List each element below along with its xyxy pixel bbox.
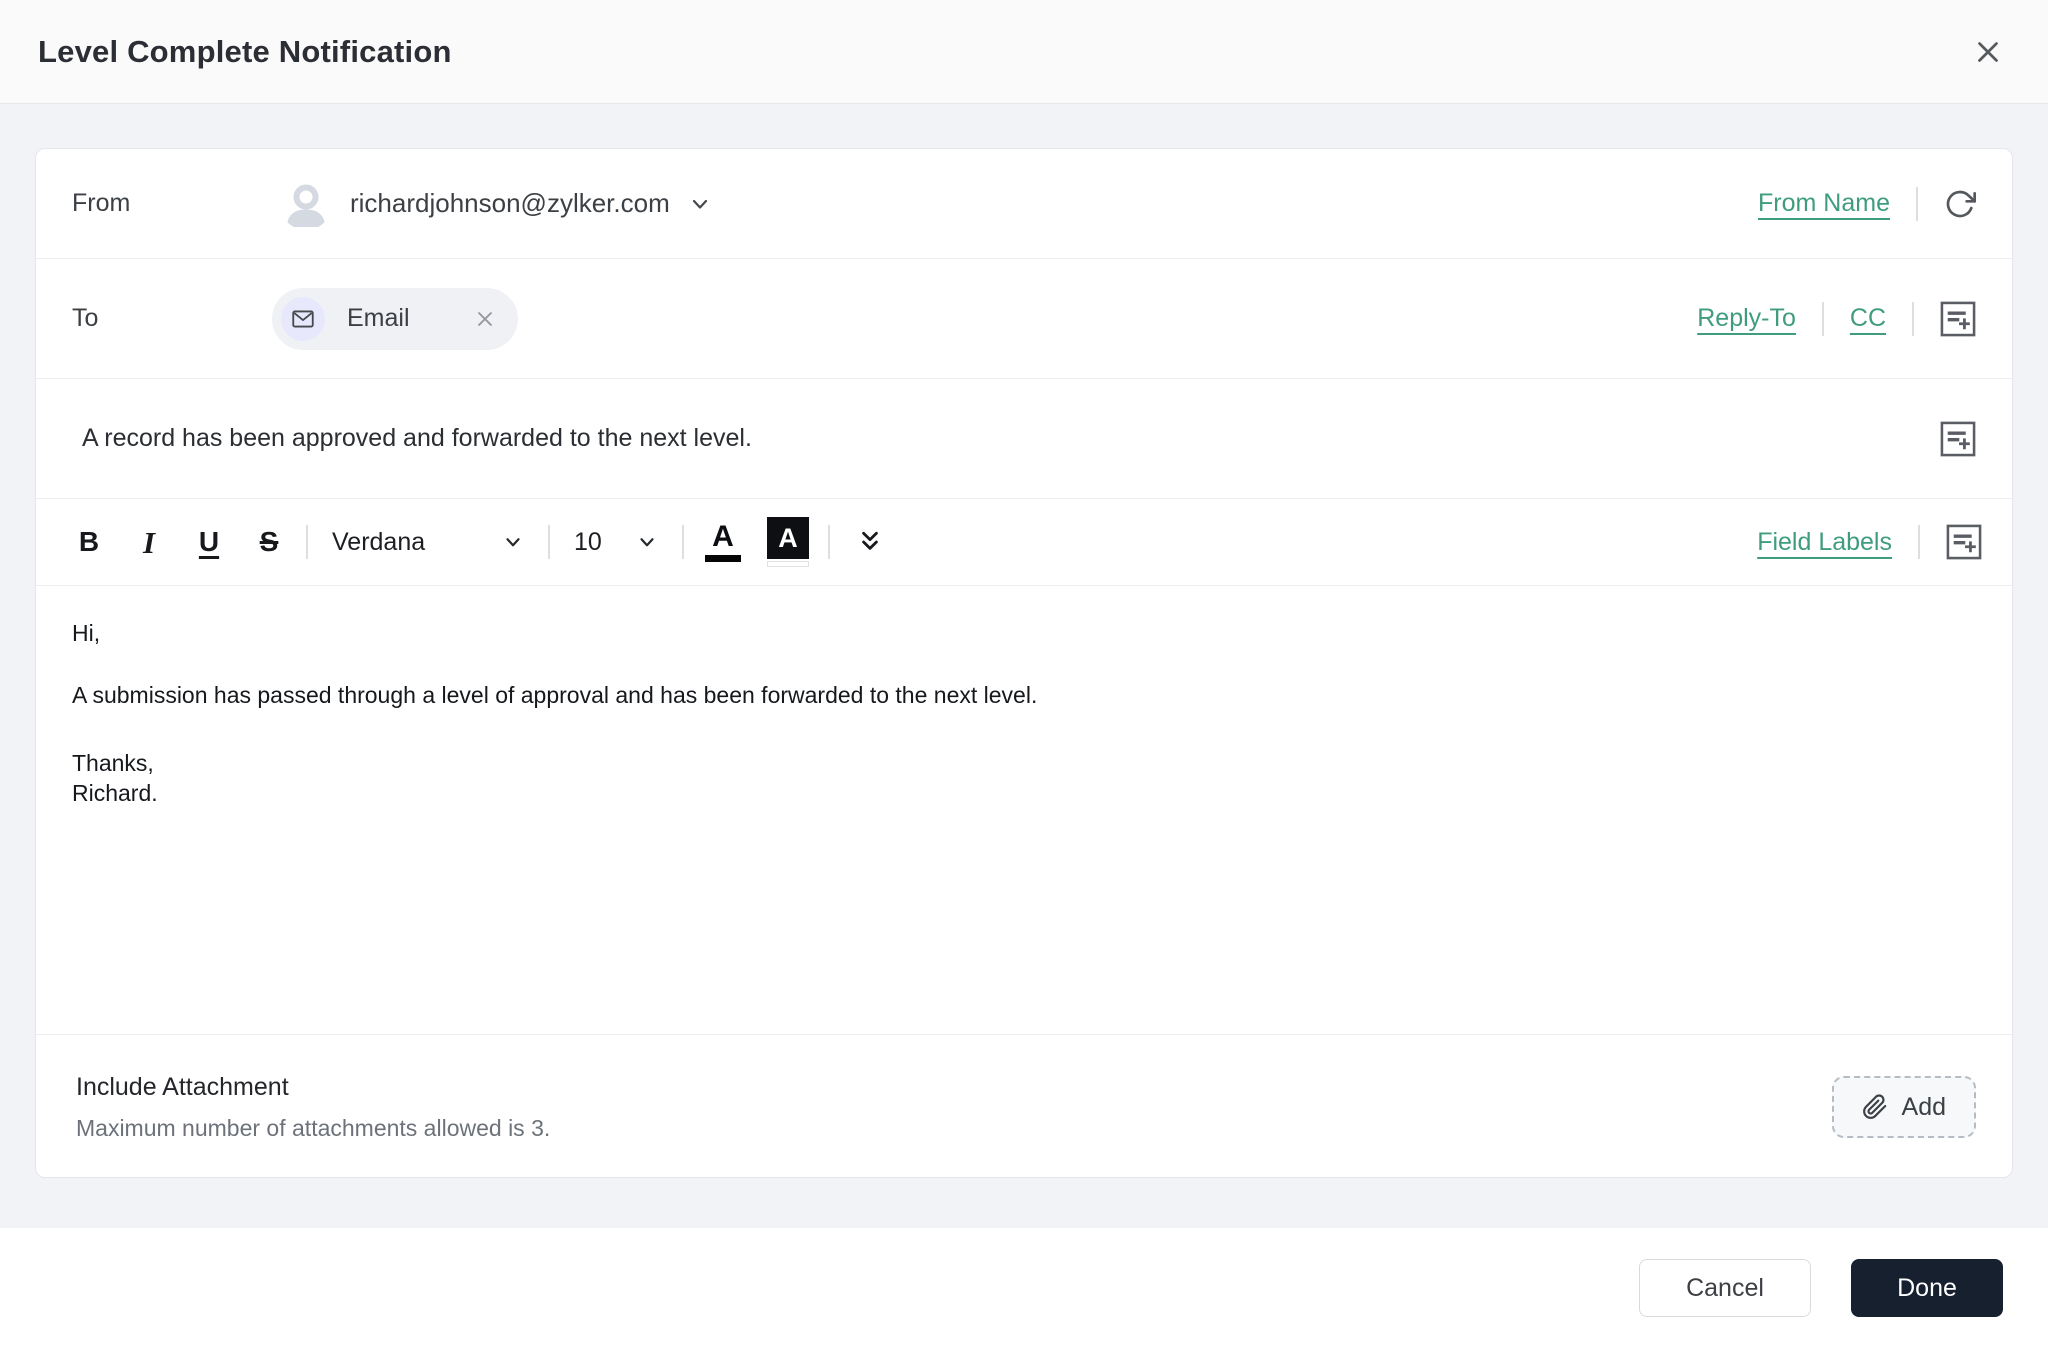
insert-field-icon[interactable] <box>1940 301 1976 337</box>
from-email-value: richardjohnson@zylker.com <box>350 188 670 218</box>
level-complete-notification-dialog: Level Complete Notification From richard… <box>0 0 2048 1348</box>
insert-field-icon[interactable] <box>1940 421 1976 457</box>
highlight-color-icon[interactable]: A <box>762 517 814 567</box>
divider <box>1916 186 1918 221</box>
recipient-chip-label: Email <box>347 304 410 332</box>
font-size-select[interactable]: 10 <box>564 514 668 570</box>
divider <box>828 525 830 559</box>
add-attachment-label: Add <box>1901 1092 1946 1121</box>
attachment-title: Include Attachment <box>76 1072 289 1101</box>
from-email-select[interactable]: richardjohnson@zylker.com <box>350 188 712 219</box>
avatar <box>280 178 332 230</box>
chevron-down-icon <box>688 192 712 216</box>
cancel-button[interactable]: Cancel <box>1639 1259 1811 1317</box>
divider <box>1821 301 1824 336</box>
font-size-value: 10 <box>574 527 602 556</box>
dialog-footer: Cancel Done <box>0 1228 2048 1348</box>
from-row: From richardjohnson@zylker.com From Name <box>36 149 2012 259</box>
cc-link[interactable]: CC <box>1850 304 1886 333</box>
underline-button[interactable]: U <box>186 514 232 570</box>
divider <box>548 525 550 559</box>
done-button[interactable]: Done <box>1851 1259 2003 1317</box>
insert-field-icon[interactable] <box>1946 524 1982 560</box>
to-label: To <box>72 304 99 332</box>
text-color-icon[interactable]: A <box>698 522 748 562</box>
add-attachment-button[interactable]: Add <box>1831 1076 1976 1138</box>
strikethrough-button[interactable]: S <box>246 514 292 570</box>
attachment-hint: Maximum number of attachments allowed is… <box>76 1114 551 1141</box>
from-label: From <box>72 189 131 217</box>
paperclip-icon <box>1862 1094 1888 1120</box>
field-labels-link[interactable]: Field Labels <box>1757 528 1892 557</box>
reply-to-link[interactable]: Reply-To <box>1697 304 1796 333</box>
body-paragraph: A submission has passed through a level … <box>72 682 1038 708</box>
dialog-header: Level Complete Notification <box>0 0 2048 104</box>
email-body-editor[interactable]: Hi, A submission has passed through a le… <box>36 586 2012 1034</box>
body-signature: Richard. <box>72 780 158 806</box>
remove-recipient-icon[interactable] <box>472 306 498 332</box>
subject-input[interactable]: A record has been approved and forwarded… <box>82 424 752 453</box>
to-row: To Email Reply-To CC <box>36 259 2012 379</box>
dialog-body: From richardjohnson@zylker.com From Name <box>0 104 2048 1228</box>
chevron-down-icon <box>636 531 658 553</box>
font-family-select[interactable]: Verdana <box>322 514 534 570</box>
divider <box>1918 525 1920 559</box>
chevron-down-icon <box>502 531 524 553</box>
email-template-card: From richardjohnson@zylker.com From Name <box>35 148 2013 1178</box>
body-closing: Thanks, <box>72 750 154 776</box>
close-icon[interactable] <box>1966 30 2010 74</box>
divider <box>306 525 308 559</box>
font-family-value: Verdana <box>332 527 426 556</box>
divider <box>1912 301 1914 336</box>
from-name-link[interactable]: From Name <box>1758 189 1890 218</box>
email-icon <box>281 296 325 341</box>
formatting-toolbar: B I U S Verdana 10 A A Field Labels <box>36 499 2012 586</box>
subject-row: A record has been approved and forwarded… <box>36 379 2012 499</box>
page-title: Level Complete Notification <box>38 33 452 69</box>
to-recipient-chip[interactable]: Email <box>272 287 518 350</box>
bold-button[interactable]: B <box>66 514 112 570</box>
more-formatting-icon[interactable] <box>844 514 896 570</box>
divider <box>682 525 684 559</box>
refresh-icon[interactable] <box>1944 188 1976 220</box>
italic-button[interactable]: I <box>126 514 172 570</box>
body-greeting: Hi, <box>72 620 101 646</box>
attachment-section: Include Attachment Maximum number of att… <box>36 1034 2012 1177</box>
